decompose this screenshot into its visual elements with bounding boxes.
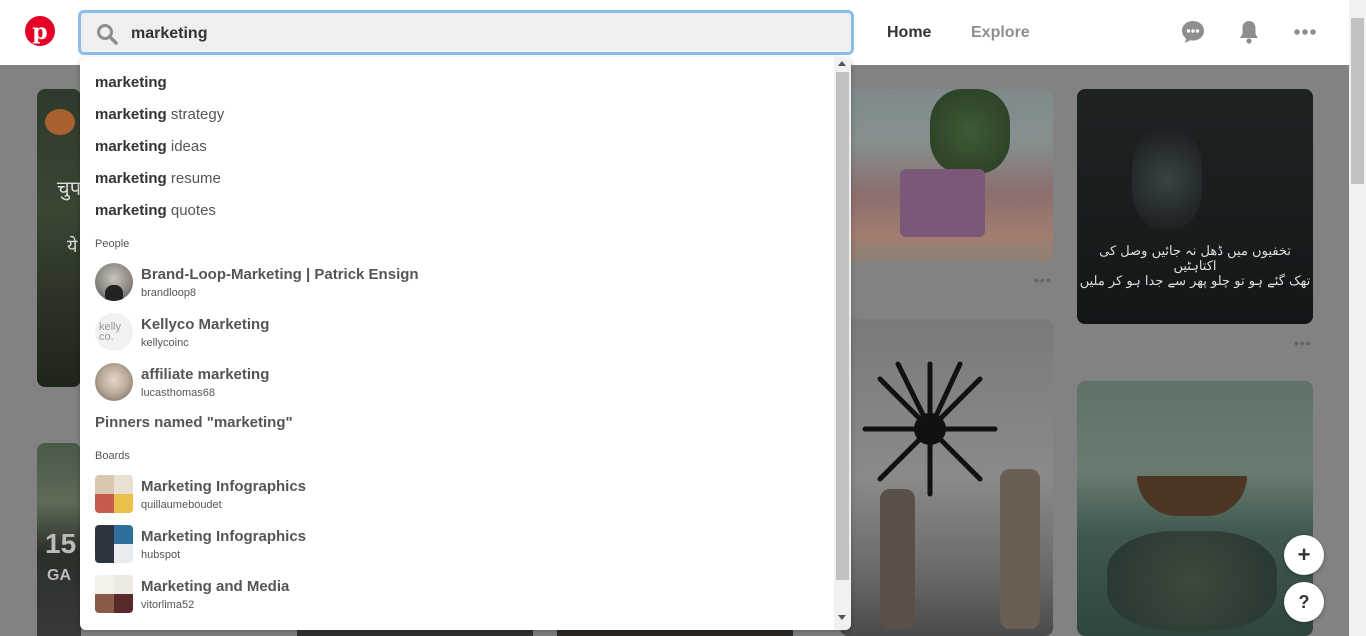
nav-home-link[interactable]: Home (887, 24, 931, 42)
pin-figure (1000, 469, 1040, 629)
board-name: Marketing and Media (141, 578, 290, 595)
scroll-up-arrow-icon[interactable] (838, 61, 846, 66)
pin-badge (45, 109, 75, 135)
board-thumbnail (95, 525, 133, 563)
pin-boat (1137, 476, 1247, 516)
suggestion-rest: ideas (166, 138, 207, 155)
boards-section-label: Boards (95, 450, 130, 462)
board-result[interactable]: Marketing Infographics hubspot (95, 525, 695, 565)
pin-creature (1107, 531, 1277, 631)
help-button[interactable]: ? (1284, 582, 1324, 622)
suggestion-match: marketing (95, 106, 167, 123)
pin-card[interactable] (840, 319, 1053, 636)
pinterest-logo[interactable]: p (25, 16, 55, 46)
avatar-text: kelly co. (99, 321, 122, 343)
person-name: Kellyco Marketing (141, 316, 270, 333)
nav-explore-link[interactable]: Explore (971, 24, 1030, 42)
pin-text: चुप (57, 178, 81, 200)
avatar (95, 263, 133, 301)
person-result[interactable]: affiliate marketing lucasthomas68 (95, 363, 695, 403)
page-scrollbar-thumb[interactable] (1351, 18, 1364, 184)
suggestion-rest: strategy (166, 106, 225, 123)
suggestion-match: marketing (95, 138, 167, 155)
board-thumbnail (95, 575, 133, 613)
suggestion-item[interactable]: marketing ideas (95, 138, 207, 155)
header-bar: p Home Explore (0, 0, 1349, 65)
scroll-down-arrow-icon[interactable] (838, 615, 846, 620)
notifications-bell-icon[interactable] (1236, 19, 1262, 45)
pin-text: ये (67, 236, 78, 256)
suggestion-match: marketing (95, 202, 167, 219)
pin-card[interactable]: تخفیوں میں ڈھل نہ جائیں وصل کی اکتاہٹیں … (1077, 89, 1313, 324)
pin-urdu-line: تھک گئے ہو تو چلو پھر سے جدا ہو کر ملیں (1079, 274, 1311, 289)
search-suggestions-dropdown: marketing marketing strategy marketing i… (80, 57, 851, 630)
board-result[interactable]: Marketing Infographics quillaumeboudet (95, 475, 695, 515)
search-input[interactable] (131, 21, 831, 47)
pin-card[interactable] (840, 89, 1053, 263)
suggestion-item[interactable]: marketing resume (95, 170, 221, 187)
more-options-icon[interactable] (1292, 19, 1318, 45)
suggestion-item[interactable]: marketing strategy (95, 106, 224, 123)
search-box[interactable] (78, 10, 854, 55)
people-section-label: People (95, 238, 130, 250)
pin-tree (930, 89, 1010, 174)
avatar (95, 363, 133, 401)
suggestion-match: marketing (95, 170, 167, 187)
board-thumbnail (95, 475, 133, 513)
pin-text: 15 (45, 528, 77, 559)
suggestion-rest: quotes (166, 202, 216, 219)
person-username: kellycoinc (141, 337, 189, 349)
pin-more-icon[interactable]: ••• (1294, 335, 1312, 351)
pin-card[interactable]: 15 GA (37, 443, 81, 636)
pin-portrait (1132, 129, 1202, 229)
logo-letter: p (32, 18, 48, 45)
person-name: Brand-Loop-Marketing | Patrick Ensign (141, 266, 419, 283)
pin-more-icon[interactable]: ••• (1034, 272, 1052, 288)
pin-graffiti (900, 169, 985, 237)
person-result[interactable]: Brand-Loop-Marketing | Patrick Ensign br… (95, 263, 695, 303)
pin-figure (880, 489, 915, 629)
board-name: Marketing Infographics (141, 528, 307, 545)
messages-icon[interactable] (1180, 19, 1206, 45)
pin-card[interactable]: चुप ये (37, 89, 81, 387)
suggestion-rest: resume (166, 170, 221, 187)
avatar: kelly co. (95, 313, 133, 351)
suggestion-match: marketing (95, 74, 167, 91)
person-username: lucasthomas68 (141, 387, 215, 399)
board-owner: hubspot (141, 549, 181, 561)
search-icon (97, 24, 118, 45)
person-name: affiliate marketing (141, 366, 270, 383)
pin-spike-sculpture (862, 361, 998, 497)
board-owner: vitorlima52 (141, 599, 195, 611)
suggestion-item[interactable]: marketing quotes (95, 202, 216, 219)
board-result[interactable]: Marketing and Media vitorlima52 (95, 575, 695, 615)
suggestion-item[interactable]: marketing (95, 74, 167, 91)
dropdown-scrollbar[interactable] (834, 57, 851, 630)
board-name: Marketing Infographics (141, 478, 307, 495)
page-scrollbar[interactable] (1349, 0, 1366, 636)
pin-urdu-line: تخفیوں میں ڈھل نہ جائیں وصل کی اکتاہٹیں (1099, 244, 1291, 274)
person-username: brandloop8 (141, 287, 197, 299)
dropdown-scrollbar-thumb[interactable] (836, 72, 849, 580)
add-pin-button[interactable]: + (1284, 535, 1324, 575)
person-result[interactable]: kelly co. Kellyco Marketing kellycoinc (95, 313, 695, 353)
pin-card[interactable] (1077, 381, 1313, 636)
pinners-named-link[interactable]: Pinners named "marketing" (95, 414, 293, 431)
pin-text: GA (47, 567, 71, 584)
board-owner: quillaumeboudet (141, 499, 222, 511)
